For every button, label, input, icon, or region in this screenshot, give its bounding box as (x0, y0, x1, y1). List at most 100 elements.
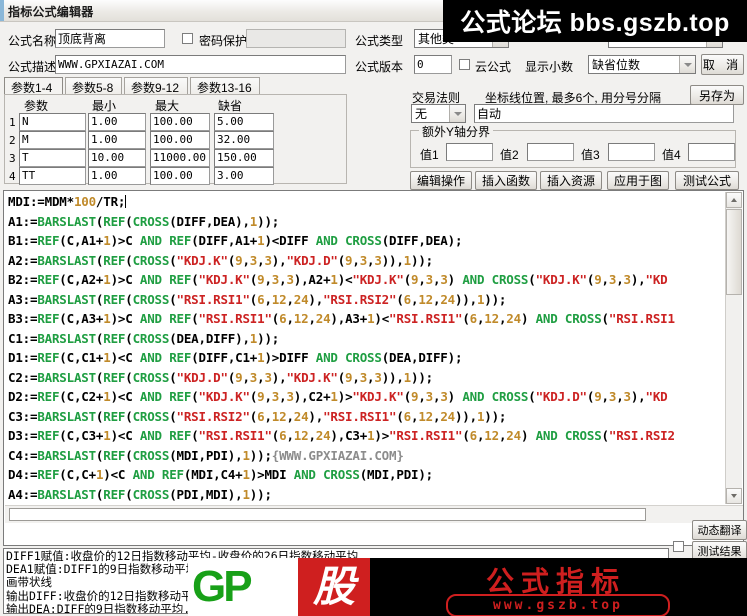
insert-resource-button[interactable]: 插入资源 (540, 171, 602, 190)
param-default-4[interactable]: 3.00 (214, 167, 274, 185)
save-as-button[interactable]: 另存为 (690, 85, 744, 105)
tab-params-1-4[interactable]: 参数1-4 (4, 77, 63, 95)
chevron-down-icon-4[interactable] (449, 105, 465, 122)
scroll-up-icon[interactable] (726, 192, 742, 208)
param-row-number-1: 1 (9, 116, 16, 129)
watermark-red-text: 股 (312, 563, 355, 610)
formula-type-label: 公式类型 (355, 34, 404, 48)
tab-params-9-12[interactable]: 参数9-12 (124, 77, 188, 95)
value3-label: 值3 (581, 148, 600, 162)
param-row-number-4: 4 (9, 170, 16, 183)
code-line-2: A1:=BARSLAST(REF(CROSS(DIFF,DEA),1)); (8, 213, 280, 229)
tab-params-13-16[interactable]: 参数13-16 (190, 77, 260, 95)
insert-function-button[interactable]: 插入函数 (475, 171, 537, 190)
decimal-places-value: 缺省位数 (592, 58, 641, 72)
param-max-3[interactable]: 11000.00 (150, 149, 210, 167)
code-editor-panel: MDI:=MDM*100/TR; A1:=BARSLAST(REF(CROSS(D… (3, 190, 744, 546)
formula-version-label: 公式版本 (355, 60, 404, 74)
password-input[interactable] (246, 29, 346, 48)
param-max-1[interactable]: 100.00 (150, 113, 210, 131)
formula-desc-input[interactable]: WWW.GPXIAZAI.COM (55, 55, 346, 74)
cloud-formula-checkbox[interactable] (459, 59, 470, 70)
value4-input[interactable] (688, 143, 735, 161)
param-max-2[interactable]: 100.00 (150, 131, 210, 149)
test-formula-button[interactable]: 测试公式 (675, 171, 739, 190)
apply-to-chart-button[interactable]: 应用于图 (607, 171, 669, 190)
code-horizontal-scroll-zone[interactable] (5, 505, 743, 523)
code-line-3: B1:=REF(C,A1+1)>C AND REF(DIFF,A1+1)<DIF… (8, 233, 463, 248)
coordinate-line-input[interactable]: 自动 (474, 104, 734, 123)
watermark-red-box: 股 (298, 558, 370, 616)
code-line-13: D3:=REF(C,C3+1)<C AND REF("RSI.RSI1"(6,1… (8, 428, 675, 443)
param-max-4[interactable]: 100.00 (150, 167, 210, 185)
param-default-1[interactable]: 5.00 (214, 113, 274, 131)
extra-y-axis-title: 额外Y轴分界 (419, 123, 494, 140)
value1-input[interactable] (446, 143, 493, 161)
param-header-name: 参数 (24, 99, 49, 113)
code-vertical-scrollbar[interactable] (725, 192, 742, 504)
param-min-1[interactable]: 1.00 (88, 113, 146, 131)
cloud-formula-label: 云公式 (475, 60, 512, 74)
code-horizontal-scroll-input[interactable] (9, 508, 646, 521)
formula-desc-label: 公式描述 (8, 60, 57, 74)
edit-operations-button[interactable]: 编辑操作 (410, 171, 472, 190)
chevron-down-icon-3[interactable] (679, 56, 695, 73)
cancel-button[interactable]: 取 消 (701, 54, 744, 75)
text-caret (125, 195, 127, 208)
code-line-1: MDI:=MDM*100/TR; (8, 194, 127, 209)
code-line-16: A4:=BARSLAST(REF(CROSS(PDI,MDI),1)); (8, 486, 272, 502)
watermark-gp-text: GP (192, 562, 253, 611)
code-line-11: D2:=REF(C,C2+1)<C AND REF("KDJ.K"(9,3,3)… (8, 389, 668, 404)
code-line-7: B3:=REF(C,A3+1)>C AND REF("RSI.RSI1"(6,1… (8, 311, 675, 326)
code-line-5: B2:=REF(C,A2+1)>C AND REF("KDJ.K"(9,3,3)… (8, 272, 668, 287)
formula-version-input[interactable]: 0 (414, 55, 452, 74)
watermark-bottom-banner: 公式指标 www.gszb.top (370, 558, 747, 616)
scroll-down-icon[interactable] (726, 488, 742, 504)
value2-input[interactable] (527, 143, 574, 161)
value1-label: 值1 (420, 148, 439, 162)
password-protect-label: 密码保护 (199, 34, 248, 48)
param-header-max: 最大 (155, 99, 180, 113)
code-editor-textarea[interactable]: MDI:=MDM*100/TR; A1:=BARSLAST(REF(CROSS(D… (5, 192, 726, 504)
code-line-6: A3:=BARSLAST(REF(CROSS("RSI.RSI1"(6,12,2… (8, 291, 507, 307)
param-name-2[interactable]: M (19, 131, 86, 149)
watermark-top-banner: 公式论坛 bbs.gszb.top (443, 0, 747, 42)
param-row-number-2: 2 (9, 134, 16, 147)
param-header-min: 最小 (92, 99, 117, 113)
param-header-default: 缺省 (218, 99, 243, 113)
code-line-14: C4:=BARSLAST(REF(CROSS(MDI,PDI),1));{WWW… (8, 447, 404, 463)
param-min-3[interactable]: 10.00 (88, 149, 146, 167)
window-title: 指标公式编辑器 (8, 5, 94, 19)
param-min-2[interactable]: 1.00 (88, 131, 146, 149)
code-line-10: C2:=BARSLAST(REF(CROSS("KDJ.D"(9,3,3),"K… (8, 369, 433, 385)
watermark-bottom-url: www.gszb.top (446, 594, 670, 616)
scroll-thumb[interactable] (726, 209, 742, 295)
title-accent-bar (0, 0, 4, 21)
decimal-places-select[interactable]: 缺省位数 (588, 55, 696, 74)
param-default-3[interactable]: 150.00 (214, 149, 274, 167)
trade-rule-select[interactable]: 无 (411, 104, 466, 123)
param-min-4[interactable]: 1.00 (88, 167, 146, 185)
param-name-4[interactable]: TT (19, 167, 86, 185)
value2-label: 值2 (500, 148, 519, 162)
formula-name-input[interactable]: 顶底背离 (55, 29, 165, 48)
tab-params-5-8[interactable]: 参数5-8 (65, 77, 122, 95)
dynamic-translate-button[interactable]: 动态翻译 (692, 520, 747, 540)
code-line-4: A2:=BARSLAST(REF(CROSS("KDJ.K"(9,3,3),"K… (8, 252, 433, 268)
bottom-checkbox[interactable] (673, 541, 684, 552)
password-protect-checkbox[interactable] (182, 33, 193, 44)
trade-rule-value: 无 (415, 107, 428, 121)
param-name-3[interactable]: T (19, 149, 86, 167)
param-row-number-3: 3 (9, 152, 16, 165)
watermark-gp-logo: GP (188, 558, 303, 616)
show-decimal-label: 显示小数 (525, 60, 574, 74)
code-line-9: D1:=REF(C,C1+1)<C AND REF(DIFF,C1+1)>DIF… (8, 350, 463, 365)
value4-label: 值4 (662, 148, 681, 162)
param-name-1[interactable]: N (19, 113, 86, 131)
param-default-2[interactable]: 32.00 (214, 131, 274, 149)
value3-input[interactable] (608, 143, 655, 161)
formula-name-label: 公式名称 (8, 34, 57, 48)
code-line-15: D4:=REF(C,C+1)<C AND REF(MDI,C4+1)>MDI A… (8, 467, 433, 482)
code-line-12: C3:=BARSLAST(REF(CROSS("RSI.RSI2"(6,12,2… (8, 408, 507, 424)
code-line-8: C1:=BARSLAST(REF(CROSS(DEA,DIFF),1)); (8, 330, 280, 346)
